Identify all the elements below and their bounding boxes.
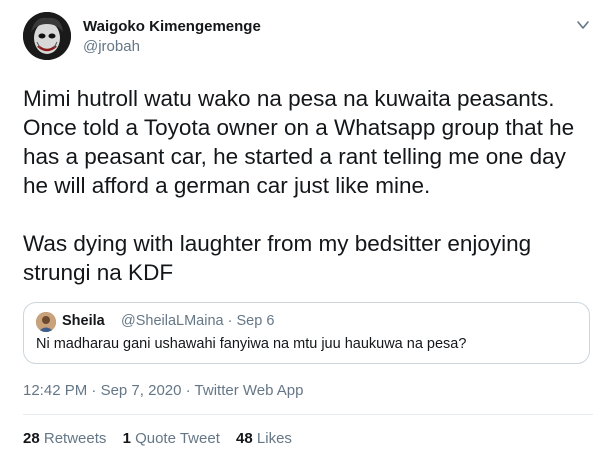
tweet-date[interactable]: Sep 7, 2020 [101, 382, 182, 399]
tweet-meta: 12:42 PM · Sep 7, 2020 · Twitter Web App [23, 382, 304, 399]
retweets-count: 28 [23, 430, 40, 447]
author-name[interactable]: Waigoko Kimengemenge [83, 18, 261, 36]
avatar[interactable] [23, 12, 71, 60]
quoted-meta: @SheilaLMaina · Sep 6 [121, 313, 274, 329]
quotes-stat[interactable]: 1 Quote Tweet [123, 430, 220, 447]
author-handle[interactable]: @jrobah [83, 38, 140, 56]
meta-separator: · [91, 382, 97, 399]
tweet-source[interactable]: Twitter Web App [195, 382, 304, 399]
quoted-text: Ni madharau gani ushawahi fanyiwa na mtu… [36, 336, 467, 352]
quoted-tweet[interactable]: Sheila @SheilaLMaina · Sep 6 Ni madharau… [23, 302, 590, 364]
quoted-author-handle: @SheilaLMaina [121, 313, 224, 329]
retweets-stat[interactable]: 28 Retweets [23, 430, 106, 447]
engagement-stats: 28 Retweets 1 Quote Tweet 48 Likes [23, 430, 304, 447]
meta-separator: · [185, 382, 191, 399]
tweet-text: Mimi hutroll watu wako na pesa na kuwait… [23, 86, 575, 285]
tweet-time[interactable]: 12:42 PM [23, 382, 87, 399]
tweet-card: Waigoko Kimengemenge @jrobah Mimi hutrol… [0, 0, 615, 460]
quoted-separator: · [227, 313, 233, 329]
quoted-date: Sep 6 [236, 313, 275, 329]
likes-count: 48 [236, 430, 253, 447]
quotes-label: Quote Tweet [135, 430, 220, 447]
chevron-down-icon[interactable] [574, 16, 592, 34]
retweets-label: Retweets [43, 430, 107, 447]
likes-label: Likes [256, 430, 292, 447]
quoted-author-name: Sheila [62, 313, 105, 329]
likes-stat[interactable]: 48 Likes [236, 430, 292, 447]
divider [23, 414, 593, 415]
quoted-avatar [36, 312, 56, 332]
quotes-count: 1 [122, 430, 131, 447]
